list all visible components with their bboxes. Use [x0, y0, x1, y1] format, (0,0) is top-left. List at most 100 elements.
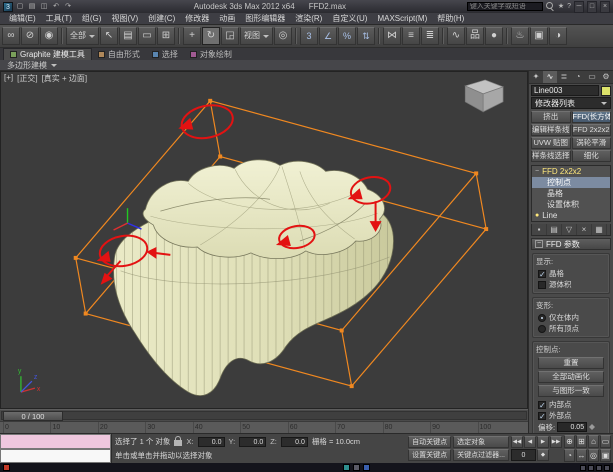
help-icon[interactable]: ?: [567, 2, 571, 12]
snap-angle-icon[interactable]: ∠: [319, 27, 337, 45]
modifier-button-ffd-2x2x2[interactable]: FFD 2x2x2: [571, 124, 611, 136]
menu-item-tools[interactable]: 工具(T): [41, 13, 77, 24]
modifier-button-turbosmooth[interactable]: 涡轮平滑: [571, 137, 611, 149]
save-file-icon[interactable]: ◫: [39, 2, 49, 12]
render-icon[interactable]: ◑: [549, 27, 567, 45]
reset-button[interactable]: 重置: [538, 357, 604, 369]
ribbon-tab-graphite[interactable]: Graphite 建模工具: [3, 48, 92, 60]
polygon-modeling-panel[interactable]: 多边形建模: [7, 60, 47, 71]
pivot-icon[interactable]: ◎: [274, 27, 292, 45]
zoom-extents-icon[interactable]: ⌂: [588, 435, 599, 448]
viewport-menu-general[interactable]: [+]: [4, 73, 13, 84]
outside-points-checkbox[interactable]: ✓: [538, 411, 546, 420]
set-key-button[interactable]: 设置关键点: [408, 449, 452, 461]
render-setup-icon[interactable]: ♨: [511, 27, 529, 45]
auto-key-button[interactable]: 自动关键点: [408, 436, 452, 448]
play-button[interactable]: ▶: [537, 436, 549, 448]
z-coordinate-field[interactable]: 0.0: [280, 436, 308, 447]
snap-spinner-icon[interactable]: ⇅: [357, 27, 375, 45]
search-input[interactable]: [466, 2, 543, 11]
prev-frame-button[interactable]: ◀: [524, 436, 536, 448]
link-icon[interactable]: ∞: [2, 27, 20, 45]
menu-item-graph-editors[interactable]: 图形编辑器: [240, 13, 290, 24]
stack-item-line[interactable]: ● Line: [532, 210, 610, 221]
taskbar-app-icon[interactable]: [3, 464, 10, 471]
source-volume-checkbox[interactable]: [538, 280, 546, 289]
key-filters-button[interactable]: 关键点过滤器...: [453, 449, 509, 461]
scale-icon[interactable]: ◲: [221, 27, 239, 45]
maximize-viewport-icon[interactable]: ▣: [600, 449, 611, 462]
only-in-volume-radio[interactable]: [538, 313, 546, 322]
modify-tab[interactable]: ∿: [543, 71, 557, 83]
reference-coordinate-dropdown[interactable]: 视图: [240, 27, 273, 45]
selection-filter-dropdown[interactable]: 全部: [66, 27, 99, 45]
object-color-swatch[interactable]: [601, 85, 611, 96]
modifier-button-extrude[interactable]: 挤出: [531, 111, 571, 123]
perspective-viewport[interactable]: [+] [正交] [真实 + 边面] x y z: [0, 71, 528, 409]
lattice-checkbox[interactable]: ✓: [538, 269, 546, 278]
bind-spacewarp-icon[interactable]: ◉: [40, 27, 58, 45]
select-object-icon[interactable]: ↖: [100, 27, 118, 45]
align-icon[interactable]: ≡: [402, 27, 420, 45]
menu-item-help[interactable]: 帮助(H): [432, 13, 469, 24]
listener-line[interactable]: [0, 448, 111, 463]
pan-icon[interactable]: ↔: [576, 449, 587, 462]
modifier-button-tessellate[interactable]: 细化: [571, 150, 611, 162]
taskbar-item[interactable]: [363, 464, 370, 471]
time-slider-track[interactable]: [1, 411, 527, 420]
viewport-menu-pov[interactable]: [正交]: [17, 73, 37, 84]
fov-icon[interactable]: ◔: [564, 449, 575, 462]
modifier-button-ffd-box[interactable]: FFD(长方体): [571, 111, 611, 123]
orbit-icon[interactable]: ◎: [588, 449, 599, 462]
taskbar-item[interactable]: [343, 464, 350, 471]
modifier-button-edit-spline[interactable]: 编辑样条线: [531, 124, 571, 136]
favorites-star-icon[interactable]: ★: [558, 2, 564, 12]
taskbar-item[interactable]: [353, 464, 360, 471]
next-frame-button[interactable]: ▶▶: [550, 436, 562, 448]
y-coordinate-field[interactable]: 0.0: [239, 436, 267, 447]
stack-item-control-points[interactable]: 控制点: [532, 177, 610, 188]
viewcube[interactable]: [464, 79, 505, 113]
close-icon[interactable]: ×: [600, 0, 610, 13]
redo-icon[interactable]: ↷: [63, 2, 73, 12]
material-editor-icon[interactable]: ●: [485, 27, 503, 45]
track-bar[interactable]: 0 10 20 30 40 50 60 70 80 90 100: [0, 421, 528, 433]
all-vertices-radio[interactable]: [538, 324, 546, 333]
zoom-region-icon[interactable]: ▭: [600, 435, 611, 448]
maximize-icon[interactable]: □: [587, 0, 597, 13]
key-mode-button[interactable]: ◆: [537, 449, 549, 461]
tray-icon[interactable]: [604, 464, 610, 471]
selected-mode-dropdown[interactable]: 选定对象: [453, 436, 509, 448]
object-name-field[interactable]: Line003: [531, 85, 599, 96]
rotate-icon[interactable]: ↻: [202, 27, 220, 45]
unlink-icon[interactable]: ⊘: [21, 27, 39, 45]
lock-selection-icon[interactable]: [174, 436, 183, 447]
tray-icon[interactable]: [596, 464, 602, 471]
time-slider[interactable]: 0 / 100: [0, 409, 528, 421]
x-coordinate-field[interactable]: 0.0: [197, 436, 225, 447]
collapse-icon[interactable]: −: [535, 240, 543, 248]
ribbon-tab-object-paint[interactable]: 对象绘制: [184, 48, 238, 60]
display-tab[interactable]: ▭: [585, 71, 599, 83]
tray-icon[interactable]: [588, 464, 594, 471]
zoom-all-icon[interactable]: ⊞: [576, 435, 587, 448]
time-slider-handle[interactable]: 0 / 100: [3, 411, 63, 421]
menu-item-maxscript[interactable]: MAXScript(M): [372, 14, 432, 23]
ribbon-tab-freeform[interactable]: 自由形式: [92, 48, 146, 60]
bulb-icon[interactable]: ●: [535, 210, 539, 221]
rect-region-icon[interactable]: ▭: [138, 27, 156, 45]
minimize-icon[interactable]: ─: [574, 0, 584, 13]
macro-recorder-line[interactable]: [0, 434, 111, 449]
viewport-menu-shading[interactable]: [真实 + 边面]: [42, 73, 88, 84]
search-icon[interactable]: [545, 2, 555, 11]
tray-icon[interactable]: [580, 464, 586, 471]
crossing-icon[interactable]: ⊞: [157, 27, 175, 45]
menu-item-views[interactable]: 视图(V): [106, 13, 143, 24]
menu-item-modifiers[interactable]: 修改器: [180, 13, 214, 24]
configure-modifier-sets-icon[interactable]: ▦: [592, 224, 607, 235]
remove-modifier-icon[interactable]: ×: [577, 224, 592, 235]
snap-percent-icon[interactable]: %: [338, 27, 356, 45]
new-file-icon[interactable]: ▢: [15, 2, 25, 12]
stack-item-set-volume[interactable]: 设置体积: [532, 199, 610, 210]
show-end-result-icon[interactable]: ▤: [547, 224, 562, 235]
